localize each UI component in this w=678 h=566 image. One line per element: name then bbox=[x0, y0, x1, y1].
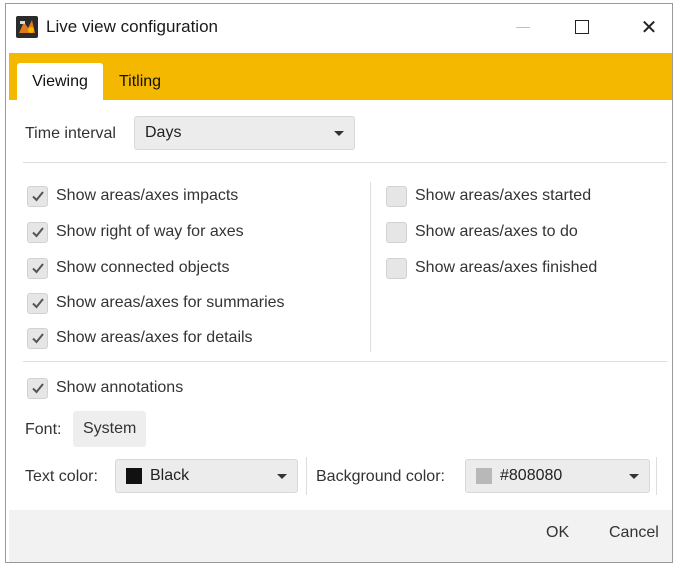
column-divider bbox=[370, 182, 371, 352]
maximize-icon bbox=[575, 20, 589, 34]
color-swatch bbox=[476, 468, 492, 484]
checkbox-unchecked-icon bbox=[386, 221, 407, 243]
background-color-label: Background color: bbox=[316, 468, 445, 485]
show-right-of-way-checkbox[interactable]: Show right of way for axes bbox=[27, 220, 244, 244]
close-icon: ✕ bbox=[640, 16, 658, 39]
maximize-button[interactable] bbox=[559, 4, 605, 50]
show-summaries-checkbox[interactable]: Show areas/axes for summaries bbox=[27, 291, 285, 315]
font-value: System bbox=[83, 420, 137, 437]
time-interval-label: Time interval bbox=[25, 125, 116, 142]
checkbox-label: Show areas/axes to do bbox=[415, 223, 578, 240]
checkbox-label: Show areas/axes impacts bbox=[56, 187, 239, 204]
show-impacts-checkbox[interactable]: Show areas/axes impacts bbox=[27, 184, 238, 208]
checkbox-checked-icon bbox=[27, 185, 48, 207]
ok-button[interactable]: OK bbox=[546, 524, 569, 542]
checkbox-label: Show connected objects bbox=[56, 259, 230, 276]
divider bbox=[23, 162, 667, 163]
text-color-label: Text color: bbox=[25, 468, 98, 485]
checkbox-unchecked-icon bbox=[386, 185, 407, 207]
checkbox-checked-icon bbox=[27, 292, 48, 314]
show-details-checkbox[interactable]: Show areas/axes for details bbox=[27, 326, 253, 350]
app-logo-icon bbox=[16, 16, 38, 38]
checkbox-checked-icon bbox=[27, 221, 48, 243]
show-finished-checkbox[interactable]: Show areas/axes finished bbox=[386, 256, 597, 280]
checkbox-checked-icon bbox=[27, 377, 48, 399]
checkbox-label: Show annotations bbox=[56, 379, 184, 396]
divider bbox=[656, 457, 657, 495]
font-picker-button[interactable]: System bbox=[73, 411, 147, 447]
minimize-button[interactable] bbox=[500, 4, 546, 50]
show-connected-objects-checkbox[interactable]: Show connected objects bbox=[27, 256, 229, 280]
time-interval-value: Days bbox=[145, 124, 182, 141]
window-title: Live view configuration bbox=[46, 17, 218, 36]
tab-label: Titling bbox=[118, 72, 162, 90]
tab-bar: Viewing Titling bbox=[9, 53, 672, 100]
tab-label: Viewing bbox=[32, 72, 88, 90]
checkbox-checked-icon bbox=[27, 327, 48, 349]
chevron-down-icon bbox=[629, 474, 639, 479]
close-button[interactable]: ✕ bbox=[626, 4, 672, 50]
chevron-down-icon bbox=[334, 131, 344, 136]
dialog-footer: OK Cancel bbox=[9, 510, 672, 562]
show-started-checkbox[interactable]: Show areas/axes started bbox=[386, 184, 591, 208]
background-color-select[interactable]: #808080 bbox=[465, 459, 650, 493]
chevron-down-icon bbox=[277, 474, 287, 479]
tab-titling[interactable]: Titling bbox=[109, 63, 171, 100]
cancel-button[interactable]: Cancel bbox=[609, 524, 659, 542]
tab-viewing[interactable]: Viewing bbox=[17, 63, 103, 100]
time-interval-select[interactable]: Days bbox=[134, 116, 355, 150]
divider bbox=[23, 361, 667, 362]
show-annotations-checkbox[interactable]: Show annotations bbox=[27, 376, 183, 400]
show-to-do-checkbox[interactable]: Show areas/axes to do bbox=[386, 220, 578, 244]
checkbox-checked-icon bbox=[27, 257, 48, 279]
color-swatch bbox=[126, 468, 142, 484]
checkbox-unchecked-icon bbox=[386, 257, 407, 279]
checkbox-label: Show areas/axes for details bbox=[56, 329, 253, 346]
checkbox-label: Show areas/axes finished bbox=[415, 259, 598, 276]
text-color-value: Black bbox=[150, 467, 190, 484]
checkbox-label: Show areas/axes started bbox=[415, 187, 592, 204]
minimize-icon bbox=[516, 26, 530, 28]
background-color-value: #808080 bbox=[500, 467, 563, 484]
dialog-window: Live view configuration ✕ Viewing Titlin… bbox=[5, 3, 673, 563]
title-bar[interactable]: Live view configuration ✕ bbox=[6, 4, 672, 50]
checkbox-label: Show right of way for axes bbox=[56, 223, 244, 240]
font-label: Font: bbox=[25, 421, 62, 438]
text-color-select[interactable]: Black bbox=[115, 459, 298, 493]
divider bbox=[306, 457, 307, 495]
checkbox-label: Show areas/axes for summaries bbox=[56, 294, 285, 311]
viewing-panel: Time interval Days Show areas/axes impac… bbox=[9, 100, 672, 504]
